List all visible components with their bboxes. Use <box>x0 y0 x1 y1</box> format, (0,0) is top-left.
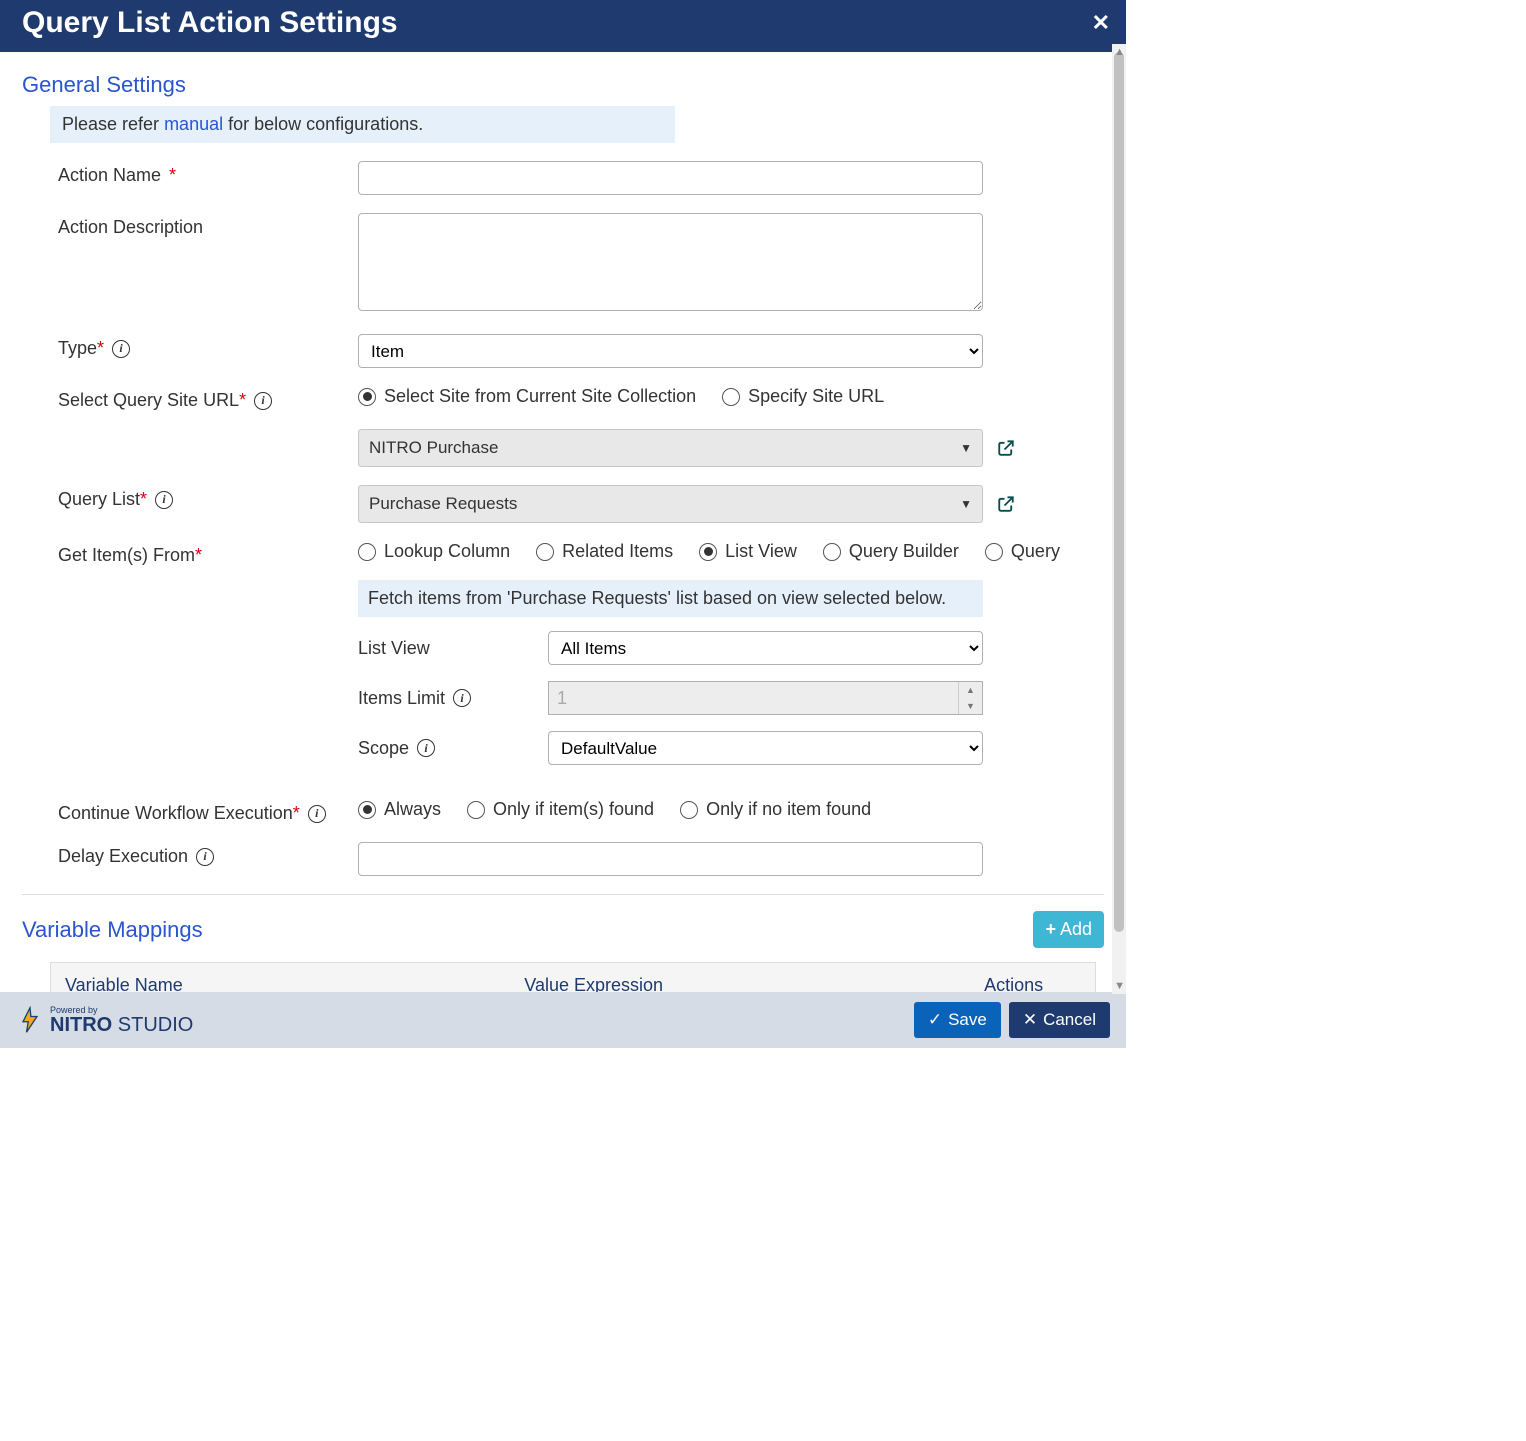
delay-label: Delay Execution i <box>58 842 358 867</box>
dialog-title: Query List Action Settings <box>22 6 398 40</box>
action-name-label: Action Name* <box>58 161 358 186</box>
dialog-header: Query List Action Settings ✕ <box>0 0 1126 52</box>
radio-related-items[interactable]: Related Items <box>536 541 673 562</box>
scroll-arrow-up-icon[interactable]: ▲ <box>1114 46 1125 58</box>
scope-select[interactable]: DefaultValue <box>548 731 983 765</box>
dialog-query-list-action-settings: ▲ ▼ Query List Action Settings ✕ General… <box>0 0 1126 1048</box>
add-button[interactable]: +Add <box>1033 911 1104 948</box>
radio-icon <box>823 543 841 561</box>
info-icon[interactable]: i <box>112 340 130 358</box>
close-icon[interactable]: ✕ <box>1092 10 1110 36</box>
site-select[interactable]: NITRO Purchase ▼ <box>358 429 983 467</box>
dialog-body: General Settings Please refer manual for… <box>0 52 1126 992</box>
get-items-label: Get Item(s) From* <box>58 541 358 566</box>
radio-site-specify[interactable]: Specify Site URL <box>722 386 884 407</box>
chevron-down-icon: ▼ <box>960 497 972 511</box>
info-icon[interactable]: i <box>417 739 435 757</box>
fetch-hint: Fetch items from 'Purchase Requests' lis… <box>358 580 983 617</box>
radio-always[interactable]: Always <box>358 799 441 820</box>
open-external-icon[interactable] <box>997 495 1015 513</box>
radio-icon <box>358 801 376 819</box>
radio-icon <box>467 801 485 819</box>
step-up-icon[interactable]: ▲ <box>959 682 982 698</box>
table-header-row: Variable Name Value Expression Actions <box>51 963 1096 993</box>
step-down-icon[interactable]: ▼ <box>959 698 982 714</box>
radio-query[interactable]: Query <box>985 541 1060 562</box>
radio-icon <box>536 543 554 561</box>
list-view-select[interactable]: All Items <box>548 631 983 665</box>
open-external-icon[interactable] <box>997 439 1015 457</box>
col-variable-name: Variable Name <box>51 963 511 993</box>
info-icon[interactable]: i <box>155 491 173 509</box>
radio-only-if-none[interactable]: Only if no item found <box>680 799 871 820</box>
brand-text: NITRO STUDIO <box>50 1015 193 1035</box>
action-desc-label: Action Description <box>58 213 358 238</box>
check-icon: ✓ <box>928 1010 942 1030</box>
action-desc-input[interactable] <box>358 213 983 311</box>
section-general-title: General Settings <box>22 72 1104 98</box>
x-icon: ✕ <box>1023 1010 1037 1030</box>
query-list-label: Query List* i <box>58 485 358 510</box>
general-hint: Please refer manual for below configurat… <box>50 106 675 143</box>
items-limit-label: Items Limit i <box>358 688 548 709</box>
section-varmap-title: Variable Mappings <box>22 917 203 943</box>
radio-icon <box>699 543 717 561</box>
plus-icon: + <box>1045 919 1056 940</box>
hint-prefix: Please refer <box>62 114 164 134</box>
info-icon[interactable]: i <box>254 392 272 410</box>
radio-only-if-found[interactable]: Only if item(s) found <box>467 799 654 820</box>
query-list-select[interactable]: Purchase Requests ▼ <box>358 485 983 523</box>
type-label: Type* i <box>58 334 358 359</box>
info-icon[interactable]: i <box>308 805 326 823</box>
delay-input[interactable] <box>358 842 983 876</box>
items-limit-input[interactable]: 1 ▲▼ <box>548 681 983 715</box>
cancel-button[interactable]: ✕Cancel <box>1009 1002 1110 1038</box>
divider <box>22 894 1104 895</box>
col-actions: Actions <box>970 963 1095 993</box>
radio-query-builder[interactable]: Query Builder <box>823 541 959 562</box>
scope-label: Scope i <box>358 738 548 759</box>
chevron-down-icon: ▼ <box>960 441 972 455</box>
radio-lookup-column[interactable]: Lookup Column <box>358 541 510 562</box>
list-view-label: List View <box>358 638 548 659</box>
hint-suffix: for below configurations. <box>223 114 423 134</box>
info-icon[interactable]: i <box>196 848 214 866</box>
col-value-expression: Value Expression <box>510 963 970 993</box>
radio-icon <box>358 543 376 561</box>
radio-icon <box>358 388 376 406</box>
save-button[interactable]: ✓Save <box>914 1002 1001 1038</box>
type-select[interactable]: Item <box>358 334 983 368</box>
radio-list-view[interactable]: List View <box>699 541 797 562</box>
manual-link[interactable]: manual <box>164 114 223 134</box>
radio-site-current[interactable]: Select Site from Current Site Collection <box>358 386 696 407</box>
dialog-footer: Powered by NITRO STUDIO ✓Save ✕Cancel <box>0 992 1126 1048</box>
scrollbar-thumb[interactable] <box>1114 52 1124 932</box>
radio-icon <box>722 388 740 406</box>
brand-logo: Powered by NITRO STUDIO <box>16 1006 193 1035</box>
radio-icon <box>680 801 698 819</box>
scroll-arrow-down-icon[interactable]: ▼ <box>1114 980 1125 992</box>
nitro-logo-icon <box>16 1006 44 1034</box>
action-name-input[interactable] <box>358 161 983 195</box>
info-icon[interactable]: i <box>453 689 471 707</box>
site-url-label: Select Query Site URL* i <box>58 386 358 411</box>
variable-mappings-table: Variable Name Value Expression Actions N… <box>50 962 1096 992</box>
continue-label: Continue Workflow Execution* i <box>58 799 358 824</box>
radio-icon <box>985 543 1003 561</box>
